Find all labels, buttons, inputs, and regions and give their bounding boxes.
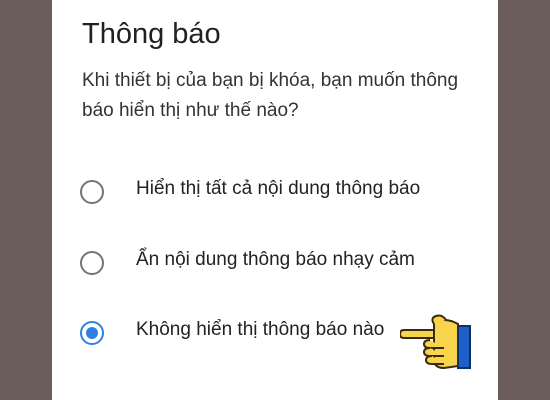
option-show-all[interactable]: Hiển thị tất cả nội dung thông báo (80, 172, 440, 212)
radio-button-unchecked[interactable] (80, 180, 104, 204)
radio-dot (86, 327, 98, 339)
radio-button-checked[interactable] (80, 321, 104, 345)
dialog-message: Khi thiết bị của bạn bị khóa, bạn muốn t… (82, 70, 459, 121)
option-label: Ẩn nội dung thông báo nhạy cảm (136, 249, 415, 270)
pointing-hand-icon (400, 314, 471, 370)
option-hide-sensitive[interactable]: Ẩn nội dung thông báo nhạy cảm (80, 243, 440, 283)
option-label: Không hiển thị thông báo nào (136, 319, 385, 340)
dialog-title: Thông báo (82, 18, 221, 50)
option-show-none[interactable]: Không hiển thị thông báo nào (80, 313, 440, 353)
option-label: Hiển thị tất cả nội dung thông báo (136, 178, 421, 199)
radio-button-unchecked[interactable] (80, 251, 104, 275)
screen: Thông báo Khi thiết bị của bạn bị khóa, … (0, 0, 550, 400)
